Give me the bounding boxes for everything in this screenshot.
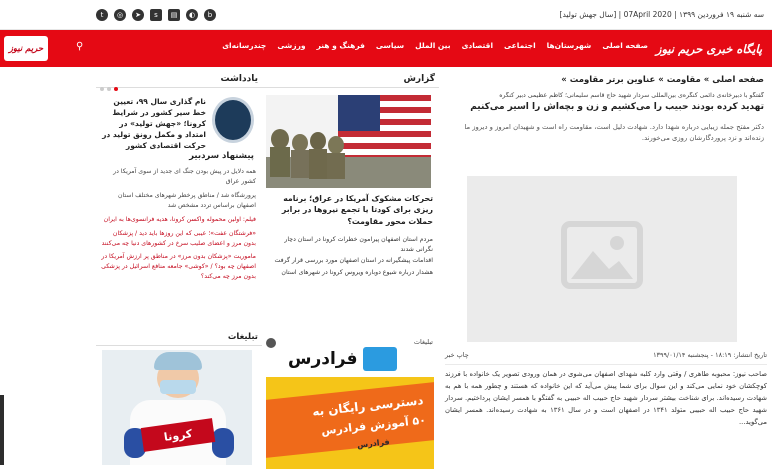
corona-ad[interactable]: کرونا bbox=[102, 350, 252, 465]
nav-menu: صفحه اصلی شهرستان‌ها اجتماعی اقتصادی بین… bbox=[222, 41, 648, 50]
main-navbar: پایگاه خبری حریم نیوز صفحه اصلی شهرستان‌… bbox=[0, 30, 772, 67]
fardars-name: فرادرس bbox=[288, 349, 358, 369]
doctor-cap bbox=[154, 352, 202, 370]
glove-right bbox=[212, 428, 234, 458]
date-display: سه شنبه ۱۹ فروردین ۱۳۹۹ | 07April 2020 |… bbox=[559, 10, 764, 19]
dot[interactable] bbox=[100, 87, 104, 91]
editor-item[interactable]: ماموریت «پزشکان بدون مرز» در مناطق پر ار… bbox=[100, 252, 256, 282]
article-subtitle: گفتگو با دبیرخانه‌ی دائمی کنگره‌ی بین‌ال… bbox=[499, 92, 764, 99]
telegram-icon[interactable]: ➤ bbox=[132, 9, 144, 21]
report-item-3[interactable]: هشدار درباره شیوع دوباره ویروس کرونا در … bbox=[273, 268, 433, 278]
report-column: گزارش تحرکات مشکوک آمریکا در عراق؛ برنام… bbox=[262, 72, 439, 469]
memo-emblem[interactable] bbox=[212, 97, 254, 143]
banner-line-3: فرادرس bbox=[356, 437, 391, 450]
sidebar-column: یادداشت نام گذاری سال ۹۹، تعیین خط سیر ک… bbox=[96, 72, 262, 465]
aparat-icon[interactable]: ▤ bbox=[168, 9, 180, 21]
nav-culture[interactable]: فرهنگ و هنر bbox=[317, 41, 365, 50]
print-link[interactable]: چاپ خبر bbox=[445, 351, 469, 359]
nav-politics[interactable]: سیاسی bbox=[376, 41, 404, 50]
breadcrumb[interactable]: صفحه اصلی » مقاومت » عناوین برتر مقاومت … bbox=[443, 75, 764, 85]
publish-date: تاریخ انتشار: ۱۸:۱۹ - پنجشنبه ۱۳۹۹/۰۱/۱۴ bbox=[653, 351, 767, 359]
book-icon bbox=[362, 347, 397, 371]
nav-international[interactable]: بین الملل bbox=[415, 41, 450, 50]
fardars-ad[interactable]: فرادرس دسترسی رایگان به ۵۰ آموزش فرادرس … bbox=[266, 337, 434, 469]
dot[interactable] bbox=[107, 87, 111, 91]
search-icon[interactable]: ⚲ bbox=[76, 41, 83, 52]
nav-home[interactable]: صفحه اصلی bbox=[602, 41, 648, 50]
image-placeholder bbox=[467, 176, 737, 342]
editor-list: همه دلایل در پیش بودن جنگ ای جدید از سوی… bbox=[100, 167, 256, 286]
article-body: صاحب نیوز: محبوبه طاهری / وقتی وارد کلبه… bbox=[445, 370, 768, 426]
editor-item[interactable]: فیلم: اولین محموله واکسن کرونا، هدیه فرا… bbox=[100, 215, 256, 225]
soroush-icon[interactable]: ◐ bbox=[186, 9, 198, 21]
nav-social[interactable]: اجتماعی bbox=[504, 41, 536, 50]
slider-dots bbox=[100, 87, 118, 91]
report-item-2[interactable]: اقدامات پیشگیرانه در استان اصفهان مورد ب… bbox=[273, 256, 434, 266]
small-logo[interactable]: حریم نیوز bbox=[4, 36, 48, 61]
site-logo[interactable]: پایگاه خبری حریم نیوز bbox=[654, 35, 764, 62]
sapp-icon[interactable]: s bbox=[150, 9, 162, 21]
nav-cities[interactable]: شهرستان‌ها bbox=[547, 41, 592, 50]
dot-active[interactable] bbox=[114, 87, 118, 91]
fardars-logo: فرادرس bbox=[288, 347, 397, 371]
article-meta: تاریخ انتشار: ۱۸:۱۹ - پنجشنبه ۱۳۹۹/۰۱/۱۴… bbox=[445, 351, 767, 365]
report-item-1[interactable]: مردم استان اصفهان پیرامون خطرات کرونا در… bbox=[273, 235, 433, 254]
instagram-icon[interactable]: ◎ bbox=[114, 9, 126, 21]
social-links: t ◎ ➤ s ▤ ◐ b bbox=[96, 9, 216, 21]
top-bar: t ◎ ➤ s ▤ ◐ b سه شنبه ۱۹ فروردین ۱۳۹۹ | … bbox=[0, 0, 772, 30]
article-headline: تهدید کرده بودند حبیب را می‌کشیم و زن و … bbox=[470, 102, 764, 112]
memo-heading: یادداشت bbox=[96, 72, 262, 88]
article-lead: دکتر مفتح جمله زیبایی درباره شهدا دارد. … bbox=[464, 123, 764, 142]
page-edge bbox=[0, 395, 4, 465]
nav-economy[interactable]: اقتصادی bbox=[462, 41, 493, 50]
editor-item[interactable]: «فرشتگان عفت»؛ عیبی که این روزها باید دی… bbox=[100, 229, 256, 249]
fardars-banner[interactable]: دسترسی رایگان به ۵۰ آموزش فرادرس فرادرس bbox=[266, 377, 434, 469]
main-article: صفحه اصلی » مقاومت » عناوین برتر مقاومت … bbox=[439, 72, 772, 465]
nav-multimedia[interactable]: چندرسانه‌ای bbox=[222, 41, 266, 50]
memo-text[interactable]: نام گذاری سال ۹۹، تعیین خط سیر کشور در ش… bbox=[98, 97, 206, 151]
editor-heading: پیشنهاد سردبیر bbox=[189, 151, 254, 161]
soldiers-flag-photo bbox=[266, 95, 431, 188]
doctor-mask bbox=[160, 380, 196, 394]
report-image[interactable] bbox=[266, 95, 431, 188]
nav-sports[interactable]: ورزشی bbox=[277, 41, 305, 50]
report-list: مردم استان اصفهان پیرامون خطرات کرونا در… bbox=[273, 235, 434, 279]
image-icon bbox=[561, 221, 643, 289]
report-title[interactable]: تحرکات مشکوک آمریکا در عراق؛ برنامه ریزی… bbox=[273, 193, 433, 227]
report-heading: گزارش bbox=[262, 72, 439, 88]
bale-icon[interactable]: b bbox=[204, 9, 216, 21]
editor-item[interactable]: پرورشگاه شد / مناطق پرخطر شهرهای مختلف ا… bbox=[100, 191, 256, 211]
twitter-icon[interactable]: t bbox=[96, 9, 108, 21]
editor-item[interactable]: همه دلایل در پیش بودن جنگ ای جدید از سوی… bbox=[100, 167, 256, 187]
ads-heading: تبلیغات bbox=[96, 332, 262, 346]
